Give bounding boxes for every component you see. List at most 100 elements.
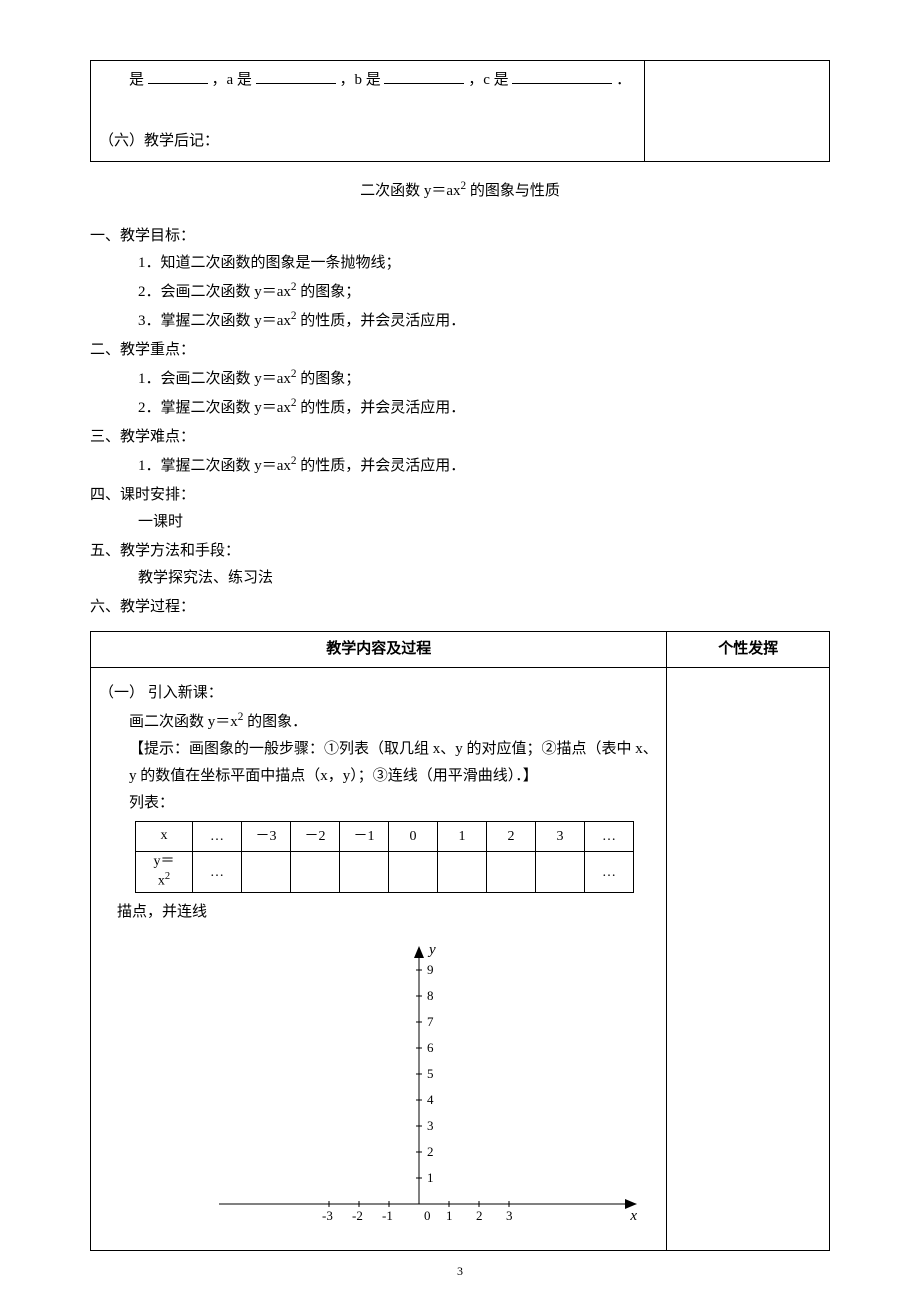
sec1-item3: 3．掌握二次函数 y＝ax2 的性质，并会灵活应用． (90, 306, 830, 335)
lesson-title-tail: 的图象与性质 (466, 183, 560, 199)
content-header-right: 个性发挥 (667, 632, 830, 668)
sec3-i1b: 的性质，并会灵活应用． (297, 458, 466, 474)
sec3-item1: 1．掌握二次函数 y＝ax2 的性质，并会灵活应用． (90, 451, 830, 480)
fill-blank-line: 是 ，a 是 ，b 是 ，c 是 ． (99, 67, 636, 94)
cell: … (193, 822, 242, 852)
coordinate-graph: 1 2 3 4 5 6 7 8 9 -3 -2 -1 (99, 934, 658, 1244)
xtick: -2 (352, 1208, 363, 1223)
blank-1 (148, 68, 208, 84)
txt-b: ，b 是 (339, 72, 380, 88)
cell-x-label: x (136, 822, 193, 852)
sec1-i3b: 的性质，并会灵活应用． (297, 313, 466, 329)
ylbl-b: x (158, 874, 165, 889)
plot-instruction: 描点，并连线 (99, 899, 658, 926)
lesson-title: 二次函数 y＝ax2 的图象与性质 (90, 176, 830, 205)
axes-svg: 1 2 3 4 5 6 7 8 9 -3 -2 -1 (199, 934, 639, 1234)
xtick: -3 (322, 1208, 333, 1223)
cell: … (585, 822, 634, 852)
content-header-left: 教学内容及过程 (91, 632, 667, 668)
cell (536, 852, 585, 893)
ytick: 9 (427, 962, 434, 977)
content-body-cell: （一） 引入新课： 画二次函数 y＝x2 的图象． 【提示：画图象的一般步骤：①… (91, 668, 667, 1251)
ytick: 4 (427, 1092, 434, 1107)
y-axis-label: y (427, 942, 436, 958)
xtick: 1 (446, 1208, 453, 1223)
teaching-afternote-heading: （六）教学后记： (99, 128, 636, 155)
list-table-label: 列表： (99, 790, 658, 817)
sec1-item2: 2．会画二次函数 y＝ax2 的图象； (90, 277, 830, 306)
cell: 1 (438, 822, 487, 852)
page-number: 3 (90, 1261, 830, 1283)
cell-y-label: y＝ x2 (136, 852, 193, 893)
cell: 0 (389, 822, 438, 852)
sec2-item2: 2．掌握二次函数 y＝ax2 的性质，并会灵活应用． (90, 393, 830, 422)
sec1-i2a: 2．会画二次函数 y＝ax (138, 284, 291, 300)
sec5-item1: 教学探究法、练习法 (90, 565, 830, 592)
cell (487, 852, 536, 893)
ytick: 6 (427, 1040, 434, 1055)
cell (389, 852, 438, 893)
teaching-content-table: 教学内容及过程 个性发挥 （一） 引入新课： 画二次函数 y＝x2 的图象． 【… (90, 631, 830, 1251)
sec2-i1b: 的图象； (297, 371, 361, 387)
origin-label: 0 (424, 1208, 431, 1223)
ytick: 1 (427, 1170, 434, 1185)
cell: －3 (242, 822, 291, 852)
table-row-y: y＝ x2 … … (136, 852, 634, 893)
sec1-i2b: 的图象； (297, 284, 361, 300)
intro-heading: （一） 引入新课： (99, 680, 658, 707)
xy-data-table: x … －3 －2 －1 0 1 2 3 … y＝ x2 … (135, 821, 634, 893)
ytick: 8 (427, 988, 434, 1003)
top-left-cell: 是 ，a 是 ，b 是 ，c 是 ． （六）教学后记： (91, 61, 645, 162)
intro-hint: 【提示：画图象的一般步骤：①列表（取几组 x、y 的对应值；②描点（表中 x、y… (99, 736, 658, 790)
txt-shi: 是 (129, 72, 144, 88)
lesson-title-text: 二次函数 y＝ax (360, 183, 460, 199)
sec4-head: 四、课时安排： (90, 482, 830, 509)
sec3-i1a: 1．掌握二次函数 y＝ax (138, 458, 291, 474)
cell (291, 852, 340, 893)
table-row-x: x … －3 －2 －1 0 1 2 3 … (136, 822, 634, 852)
xtick: -1 (382, 1208, 393, 1223)
cell: －1 (340, 822, 389, 852)
sec5-head: 五、教学方法和手段： (90, 538, 830, 565)
sec2-i2a: 2．掌握二次函数 y＝ax (138, 400, 291, 416)
intro-line1b: 的图象． (243, 714, 307, 730)
cell: 3 (536, 822, 585, 852)
cell (438, 852, 487, 893)
sec2-i1a: 1．会画二次函数 y＝ax (138, 371, 291, 387)
intro-line1: 画二次函数 y＝x2 的图象． (99, 707, 658, 736)
top-continuation-box: 是 ，a 是 ，b 是 ，c 是 ． （六）教学后记： (90, 60, 830, 162)
txt-period: ． (616, 72, 631, 88)
blank-c (512, 68, 612, 84)
xtick: 2 (476, 1208, 483, 1223)
ytick: 5 (427, 1066, 434, 1081)
sec2-head: 二、教学重点： (90, 337, 830, 364)
cell: －2 (291, 822, 340, 852)
sec1-item1: 1．知道二次函数的图象是一条抛物线； (90, 250, 830, 277)
cell: 2 (487, 822, 536, 852)
sec2-i2b: 的性质，并会灵活应用． (297, 400, 466, 416)
txt-c: ，c 是 (468, 72, 508, 88)
sec1-head: 一、教学目标： (90, 223, 830, 250)
sup-icon: 2 (165, 871, 170, 882)
ytick: 3 (427, 1118, 434, 1133)
x-axis-label: x (629, 1208, 637, 1224)
blank-b (384, 68, 464, 84)
xtick: 3 (506, 1208, 513, 1223)
top-right-cell (645, 61, 830, 162)
sec2-item1: 1．会画二次函数 y＝ax2 的图象； (90, 364, 830, 393)
content-side-cell (667, 668, 830, 1251)
intro-line1a: 画二次函数 y＝x (129, 714, 238, 730)
arrow-up-icon (414, 946, 424, 958)
sec4-item1: 一课时 (90, 509, 830, 536)
ytick: 7 (427, 1014, 434, 1029)
txt-a: ，a 是 (212, 72, 252, 88)
sec1-i3a: 3．掌握二次函数 y＝ax (138, 313, 291, 329)
blank-a (256, 68, 336, 84)
cell: … (585, 852, 634, 893)
sec6-head: 六、教学过程： (90, 594, 830, 621)
ylbl-a: y＝ (154, 854, 175, 869)
cell (242, 852, 291, 893)
ytick: 2 (427, 1144, 434, 1159)
cell: … (193, 852, 242, 893)
sec3-head: 三、教学难点： (90, 424, 830, 451)
